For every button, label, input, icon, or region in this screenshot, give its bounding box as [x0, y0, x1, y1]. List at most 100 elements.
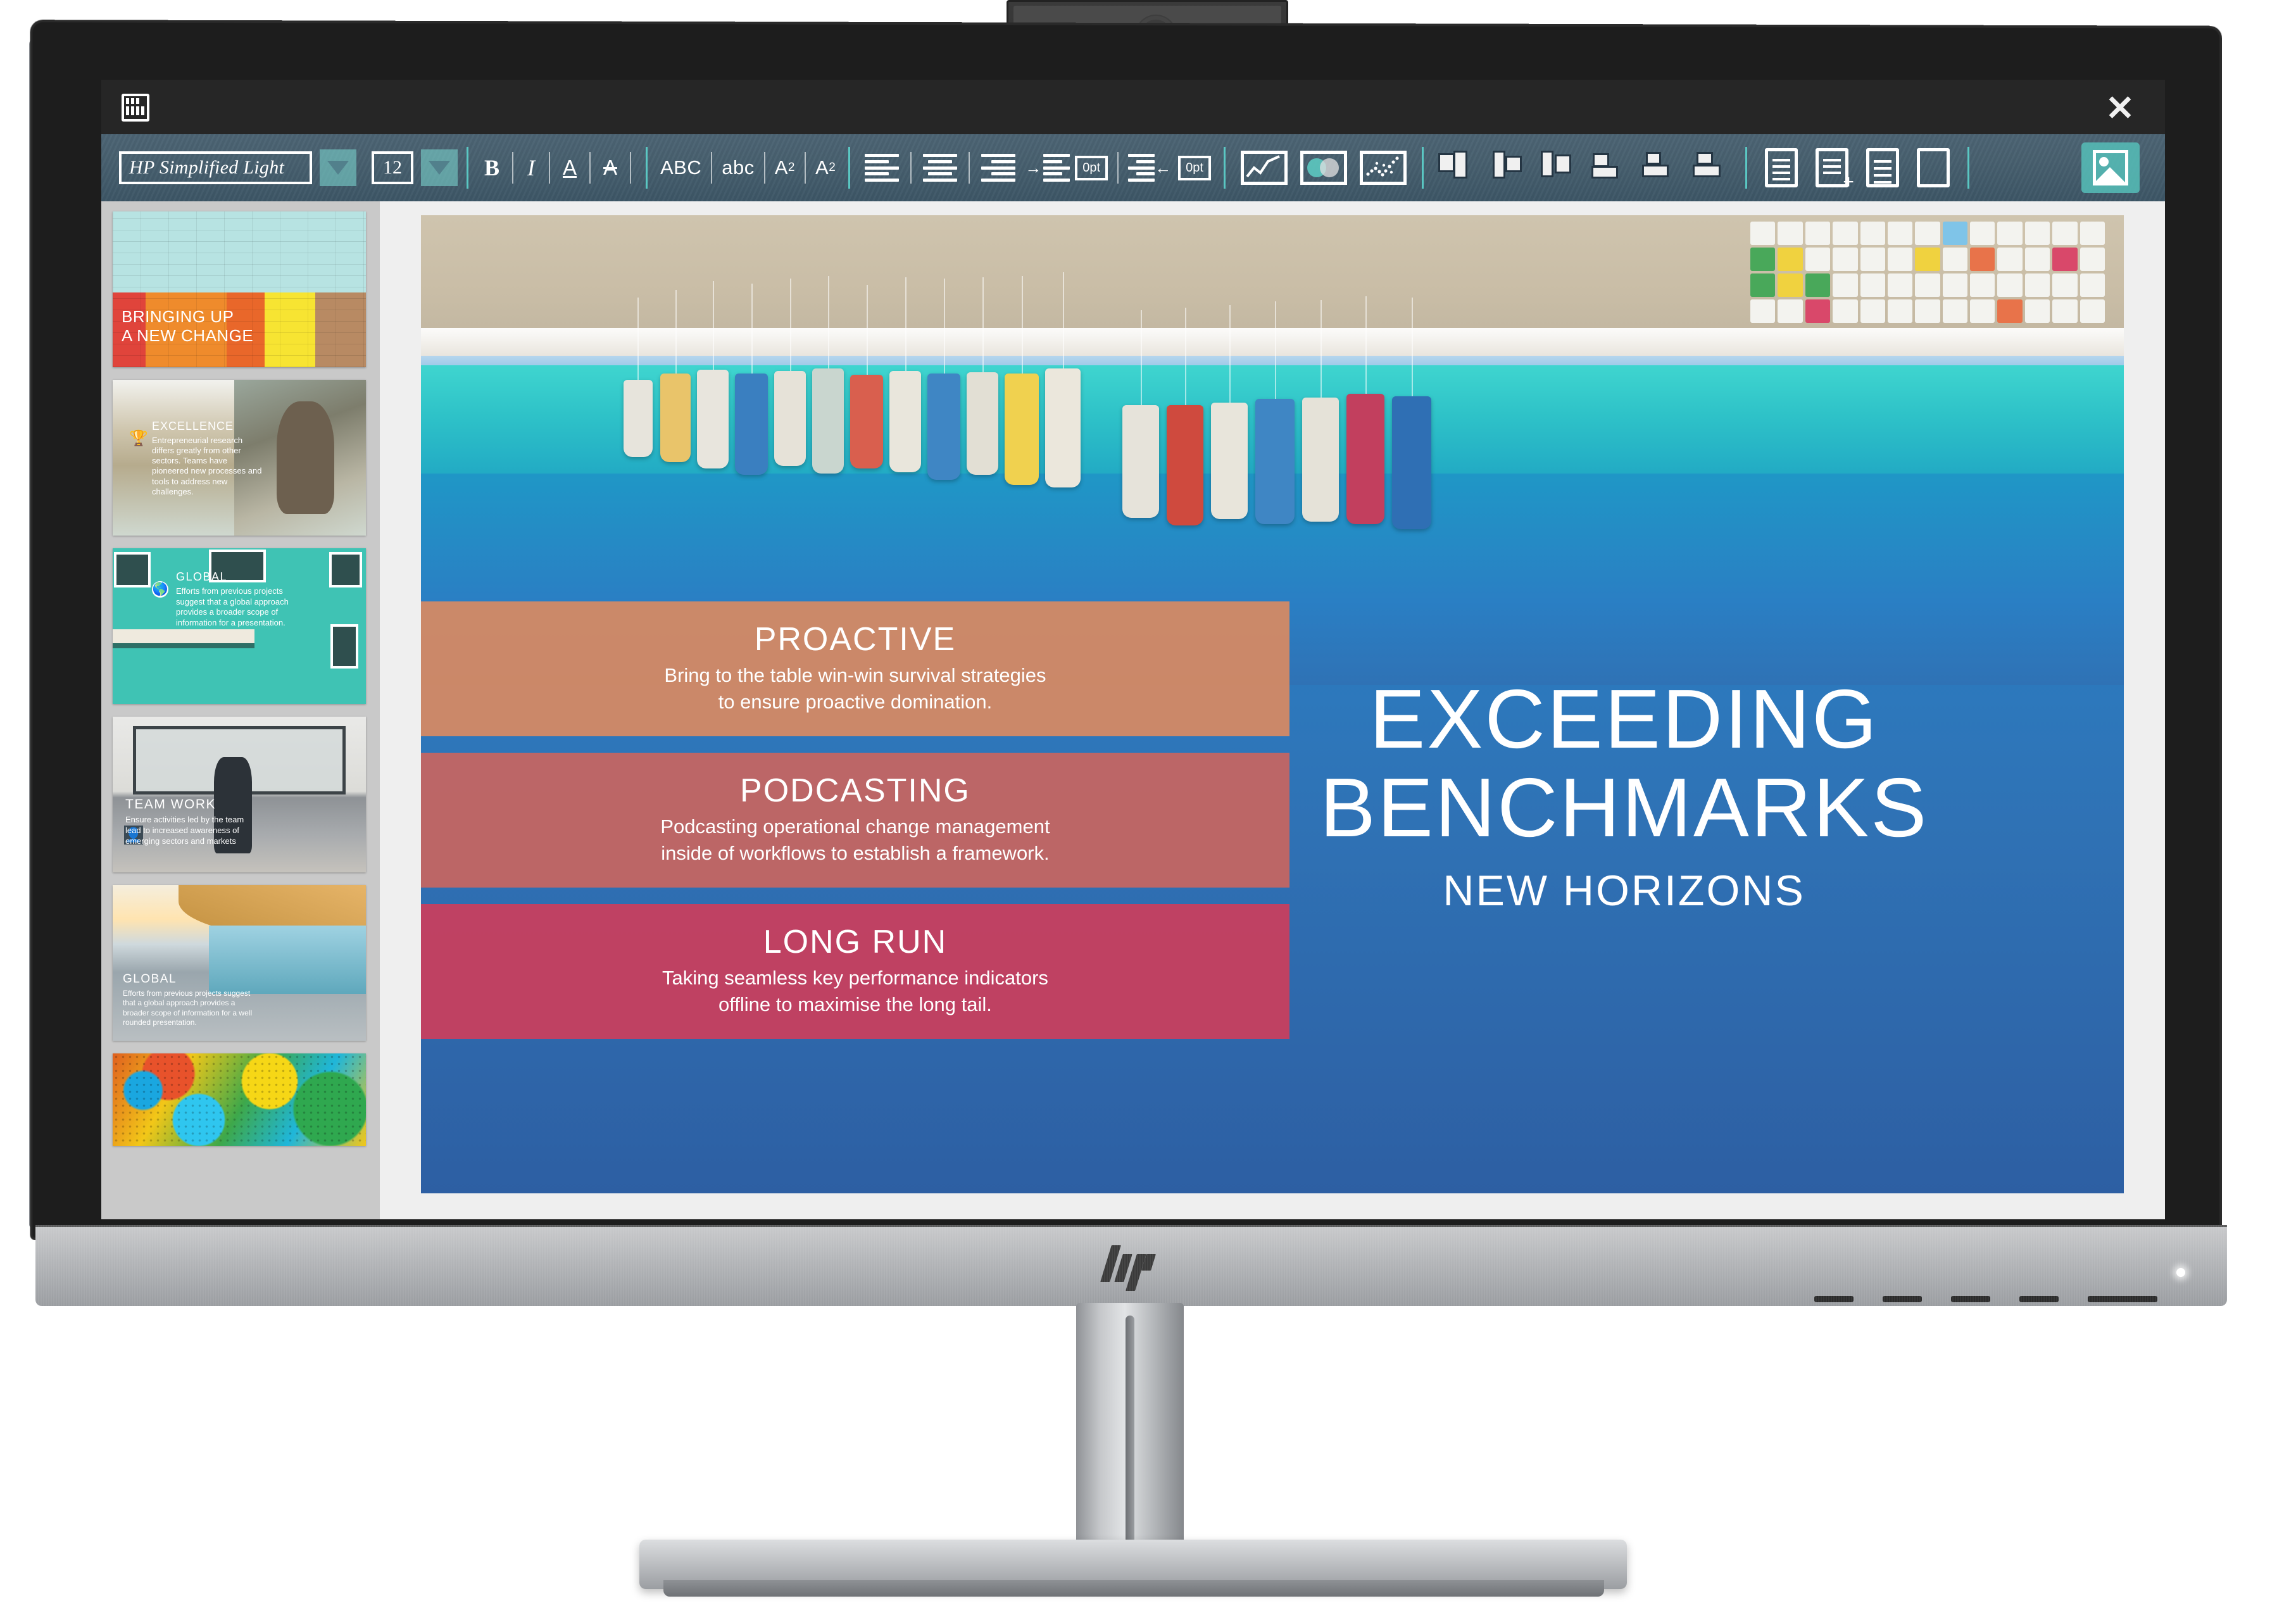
add-note-icon[interactable]: + — [1815, 148, 1854, 192]
underline-button[interactable]: A — [556, 156, 584, 180]
line-chart-icon[interactable] — [1240, 151, 1288, 185]
awning-shape — [113, 629, 254, 648]
slide-thumbnail-6[interactable] — [113, 1053, 366, 1146]
thumbnail-4-caption: TEAM WORK Ensure activities led by the t… — [125, 796, 258, 847]
slide-thumbnails-sidebar[interactable]: BRINGING UP A NEW CHANGE 🏆 EXCELLENCE En… — [101, 201, 380, 1219]
uppercase-button[interactable]: ABC — [656, 156, 705, 179]
boat — [812, 368, 844, 474]
boat-mast — [637, 298, 639, 380]
image-icon — [2093, 150, 2128, 185]
align-center-icon[interactable] — [923, 154, 958, 182]
boat — [1346, 394, 1384, 524]
notepad-icon[interactable] — [1764, 148, 1798, 187]
superscript-button[interactable]: A2 — [771, 156, 799, 179]
boat-mast — [867, 285, 868, 375]
divider — [549, 152, 550, 184]
superscript-base: A — [774, 156, 788, 179]
boat-mast — [1022, 276, 1023, 374]
indent-increase-value[interactable]: 0pt — [1075, 155, 1108, 180]
arrow-left-icon: ← — [1155, 158, 1172, 177]
slide-stage: PROACTIVE Bring to the table win-win sur… — [380, 201, 2165, 1219]
page-icon[interactable] — [1916, 148, 1950, 187]
band-proactive[interactable]: PROACTIVE Bring to the table win-win sur… — [421, 601, 1289, 737]
osd-buttons[interactable] — [1814, 1296, 2157, 1302]
thumbnail-5-title: GLOBAL — [123, 972, 177, 986]
venn-chart-icon[interactable] — [1300, 151, 1347, 185]
boat — [624, 380, 653, 457]
object-align-center-icon[interactable] — [1489, 151, 1528, 185]
boat — [967, 372, 998, 475]
insert-image-button[interactable] — [2081, 142, 2140, 193]
boat — [660, 374, 691, 462]
align-right-icon[interactable] — [981, 154, 1016, 182]
object-align-middle-icon[interactable] — [1641, 151, 1680, 185]
band-proactive-line2: to ensure proactive domination. — [718, 690, 993, 713]
toolbar-separator — [467, 147, 468, 189]
lowercase-button[interactable]: abc — [718, 156, 758, 179]
app-grid-icon — [122, 94, 149, 122]
slide-thumbnail-3[interactable]: 🌎 GLOBAL Efforts from previous projects … — [113, 548, 366, 704]
subscript-button[interactable]: A2 — [812, 156, 839, 179]
band-long-run-heading: LONG RUN — [763, 924, 948, 961]
boat-mast — [1185, 308, 1186, 405]
stand-cable-slot — [1126, 1316, 1134, 1543]
window-shape — [330, 624, 358, 669]
globe-icon: 🌎 — [152, 581, 168, 598]
slide-thumbnail-1[interactable]: BRINGING UP A NEW CHANGE — [113, 211, 366, 367]
osd-button-2[interactable] — [1883, 1296, 1922, 1302]
indent-decrease-button[interactable]: ← 0pt — [1128, 154, 1211, 182]
slide-title-block[interactable]: EXCEEDING BENCHMARKS NEW HORIZONS — [1181, 675, 2067, 915]
scatter-chart-icon[interactable] — [1359, 151, 1407, 185]
thumbnail-4-body: Ensure activities led by the team lead t… — [125, 815, 244, 846]
close-icon[interactable] — [2105, 92, 2135, 122]
boat-mast — [944, 279, 945, 374]
boat — [1122, 405, 1159, 518]
indent-increase-button[interactable]: → 0pt — [1025, 154, 1108, 182]
strikethrough-button[interactable]: A — [596, 156, 624, 180]
divider — [711, 152, 713, 184]
bold-button[interactable]: B — [477, 154, 506, 181]
thumbnail-2-title: EXCELLENCE — [152, 420, 234, 432]
boat — [1211, 403, 1248, 519]
screenshot-root: HP Simplified Light 12 B I A A ABC abc A… — [0, 0, 2296, 1608]
thumbnail-3-body: Efforts from previous projects suggest t… — [176, 586, 289, 627]
font-family-input[interactable]: HP Simplified Light — [119, 151, 312, 184]
object-align-top-icon[interactable] — [1590, 151, 1629, 185]
boat — [1255, 399, 1295, 524]
font-size-dropdown[interactable] — [421, 149, 458, 186]
object-align-bottom-icon[interactable] — [1691, 151, 1731, 185]
slide-thumbnail-4[interactable]: 👤 TEAM WORK Ensure activities led by the… — [113, 717, 366, 872]
align-left-icon[interactable] — [865, 154, 900, 182]
italic-button[interactable]: I — [519, 154, 543, 181]
indent-decrease-value[interactable]: 0pt — [1178, 155, 1211, 180]
toolbar-separator — [1223, 147, 1226, 189]
slide-title-line1: EXCEEDING — [1369, 672, 1879, 766]
band-podcasting-line2: inside of workflows to establish a frame… — [661, 841, 1050, 864]
slide-thumbnail-5[interactable]: GLOBAL Efforts from previous projects su… — [113, 885, 366, 1041]
boat-mast — [713, 281, 714, 370]
boat-mast — [1141, 310, 1142, 405]
object-align-left-icon[interactable] — [1438, 151, 1477, 185]
osd-button-1[interactable] — [1814, 1296, 1854, 1302]
slide-text-bands: PROACTIVE Bring to the table win-win sur… — [421, 601, 1289, 1055]
font-family-dropdown[interactable] — [320, 149, 356, 186]
band-long-run[interactable]: LONG RUN Taking seamless key performance… — [421, 904, 1289, 1040]
boat-mast — [790, 279, 791, 371]
band-podcasting[interactable]: PODCASTING Podcasting operational change… — [421, 753, 1289, 888]
thumbnail-5-body: Efforts from previous projects suggest t… — [123, 988, 253, 1027]
thumbnail-4-title: TEAM WORK — [125, 797, 216, 812]
divider — [512, 152, 513, 184]
document-icon[interactable] — [1866, 148, 1899, 187]
thumbnail-2-body: Entrepreneurial research differs greatly… — [152, 435, 262, 496]
slide-thumbnail-2[interactable]: 🏆 EXCELLENCE Entrepreneurial research di… — [113, 380, 366, 536]
font-size-input[interactable]: 12 — [372, 151, 413, 184]
divider — [589, 152, 591, 184]
osd-button-4[interactable] — [2019, 1296, 2059, 1302]
power-button[interactable] — [2088, 1296, 2157, 1302]
power-led — [2176, 1268, 2185, 1277]
current-slide[interactable]: PROACTIVE Bring to the table win-win sur… — [421, 215, 2124, 1193]
boat — [889, 371, 921, 472]
boat-mast — [905, 277, 906, 371]
osd-button-3[interactable] — [1951, 1296, 1990, 1302]
object-align-right-icon[interactable] — [1540, 151, 1579, 185]
